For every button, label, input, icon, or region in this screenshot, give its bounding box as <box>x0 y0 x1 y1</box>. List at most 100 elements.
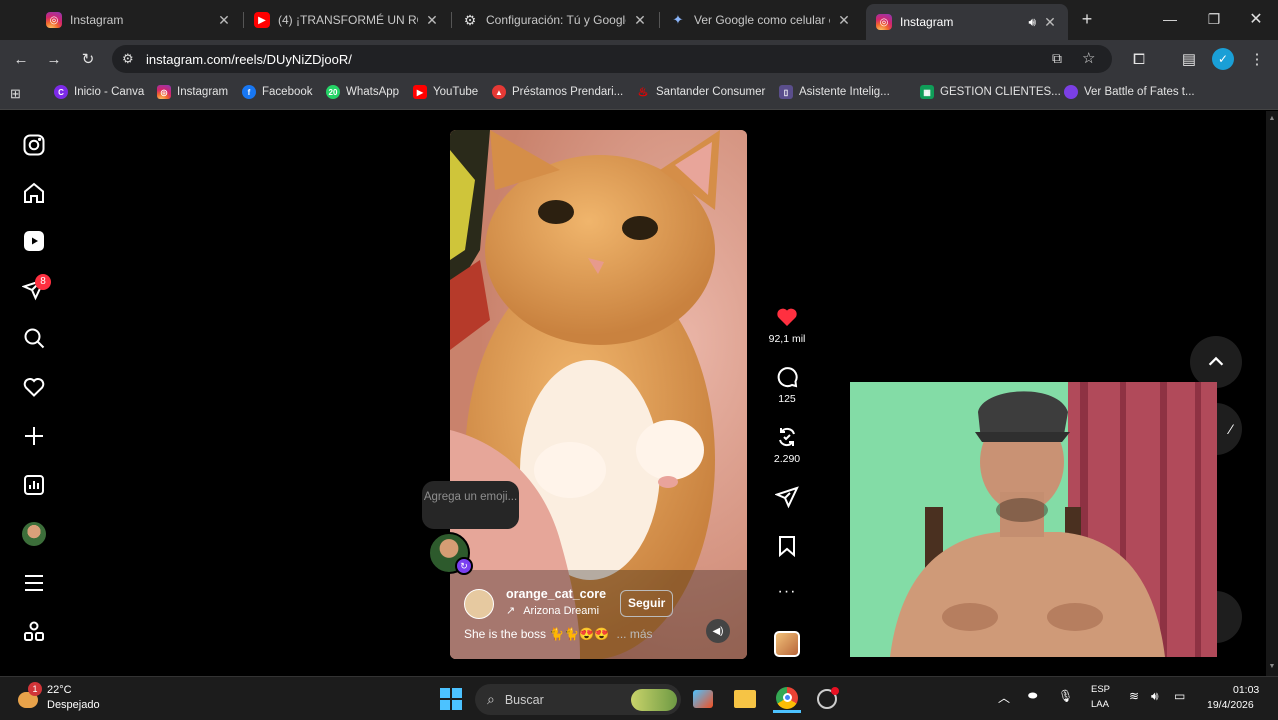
bookmark-label: Asistente Intelig... <box>799 86 890 98</box>
instagram-logo-icon[interactable] <box>20 131 48 159</box>
tab-label: Ver Google como celular en <box>694 13 830 27</box>
file-explorer-app[interactable] <box>731 685 759 713</box>
bookmark-instagram[interactable]: ◎ Instagram <box>157 85 228 99</box>
apps-grid-icon[interactable]: ⊞ <box>10 86 21 102</box>
home-icon[interactable] <box>20 179 48 207</box>
extensions-icon[interactable]: ⧠ <box>1128 48 1150 70</box>
audio-thumbnail[interactable] <box>774 631 800 657</box>
cast-icon[interactable]: ▤ <box>1178 48 1200 70</box>
close-icon[interactable]: ✕ <box>424 12 440 29</box>
messages-icon[interactable]: 8 <box>20 274 51 303</box>
microphone-icon[interactable]: 🎙︎ <box>1058 689 1073 703</box>
share-action[interactable] <box>764 485 810 513</box>
battery-icon[interactable]: ▭ <box>1174 689 1185 703</box>
tab-youtube[interactable]: ▶ (4) ¡TRANSFORMÉ UN ROLE ✕ <box>244 0 450 40</box>
heart-filled-icon <box>777 308 797 326</box>
emoji-prompt-bubble[interactable]: Agrega un emoji... <box>422 481 519 529</box>
store-app[interactable] <box>689 685 717 713</box>
reload-icon[interactable]: ↻ <box>77 48 99 70</box>
tab-instagram-active[interactable]: ◎ Instagram 🔊︎ ✕ <box>866 4 1068 40</box>
chrome-app[interactable] <box>773 685 801 713</box>
follow-button[interactable]: Seguir <box>620 590 674 617</box>
close-icon[interactable]: ✕ <box>216 12 232 29</box>
show-hidden-icons[interactable]: ︿ <box>998 689 1010 706</box>
apps-icon[interactable] <box>20 618 48 646</box>
youtube-icon: ▶ <box>413 85 427 99</box>
site-info-icon[interactable]: ⚙ <box>122 51 134 67</box>
address-bar[interactable]: ⚙ instagram.com/reels/DUyNiZDjooR/ ⧉ ☆ <box>112 45 1112 73</box>
wifi-icon[interactable]: ≋ <box>1129 689 1139 703</box>
minimize-icon[interactable]: — <box>1148 0 1192 38</box>
scroll-up-icon[interactable]: ▲ <box>1268 115 1276 123</box>
save-action[interactable] <box>764 534 810 562</box>
bookmark-gestion[interactable]: ▦ GESTION CLIENTES... <box>920 85 1061 99</box>
bookmark-canva[interactable]: C Inicio - Canva <box>54 85 144 99</box>
reel-caption-text: She is the boss 🐈🐈😍😍 <box>464 627 610 641</box>
language-bottom[interactable]: LAA <box>1091 699 1109 710</box>
reel-video[interactable]: orange_cat_core ↗ Arizona Dreami Seguir … <box>450 130 747 659</box>
bookmark-facebook[interactable]: f Facebook <box>242 85 313 99</box>
comments-count: 125 <box>778 393 796 405</box>
repost-action[interactable]: 2.290 <box>764 425 810 465</box>
close-icon[interactable]: ✕ <box>632 12 648 29</box>
clock-time[interactable]: 01:03 <box>1233 684 1259 696</box>
sheets-icon: ▦ <box>920 85 934 99</box>
likes-count: 92,1 mil <box>768 333 806 345</box>
more-options-icon[interactable]: ··· <box>764 583 810 601</box>
bookmark-star-icon[interactable]: ☆ <box>1082 49 1095 67</box>
tab-instagram-1[interactable]: ◎ Instagram ✕ <box>36 0 242 40</box>
tray-app-icon[interactable]: ⬬ <box>1028 690 1037 703</box>
profile-avatar-icon[interactable]: ✓ <box>1212 48 1234 70</box>
bookmark-asistente[interactable]: ▯ Asistente Intelig... <box>779 85 890 99</box>
profile-avatar[interactable] <box>20 520 48 548</box>
notifications-icon[interactable] <box>20 373 48 401</box>
reel-username[interactable]: orange_cat_core <box>506 587 606 601</box>
close-icon[interactable]: ✕ <box>836 12 852 29</box>
santander-icon: ♨ <box>637 85 649 99</box>
previous-reel-button[interactable] <box>1190 336 1242 388</box>
bookmark-label: GESTION CLIENTES... <box>940 86 1061 98</box>
volume-icon[interactable]: ◀) <box>706 619 730 643</box>
dashboard-icon[interactable] <box>20 471 48 499</box>
bookmark-santander[interactable]: ♨ Santander Consumer <box>636 85 766 99</box>
bookmark-whatsapp[interactable]: 20 WhatsApp <box>326 85 399 99</box>
scroll-down-icon[interactable]: ▼ <box>1268 663 1276 671</box>
start-button[interactable] <box>437 685 465 713</box>
tab-google[interactable]: ✦ Ver Google como celular en ✕ <box>660 0 862 40</box>
reel-author-avatar[interactable] <box>464 589 494 619</box>
menu-icon[interactable] <box>20 569 48 597</box>
recorder-app[interactable] <box>813 685 841 713</box>
new-tab-icon[interactable]: + <box>1076 8 1098 30</box>
tab-settings[interactable]: ⚙ Configuración: Tú y Google ✕ <box>452 0 658 40</box>
reels-icon[interactable] <box>20 227 48 255</box>
taskbar-search[interactable]: ⌕ Buscar <box>475 684 681 715</box>
audio-playing-icon[interactable]: 🔊︎ <box>1028 15 1036 30</box>
more-link[interactable]: ... más <box>617 627 653 641</box>
create-icon[interactable] <box>20 422 48 450</box>
comment-action[interactable]: 125 <box>764 365 810 405</box>
close-icon[interactable]: ✕ <box>1042 14 1058 31</box>
bookmark-prestamos[interactable]: ▲ Préstamos Prendari... <box>492 85 623 99</box>
weather-widget[interactable]: 1 <box>18 682 42 710</box>
prestamos-icon: ▲ <box>492 85 506 99</box>
page-scrollbar[interactable]: ▲ ▼ <box>1266 111 1278 676</box>
webcam-person-image <box>850 382 1217 657</box>
like-action[interactable]: 92,1 mil <box>764 305 810 345</box>
more-options-icon[interactable]: ⋮ <box>1246 48 1268 70</box>
volume-icon[interactable]: 🔊︎ <box>1151 689 1159 704</box>
folder-icon <box>734 690 756 708</box>
settings-icon: ⚙ <box>463 11 477 28</box>
language-top[interactable]: ESP <box>1091 684 1110 695</box>
install-app-icon[interactable]: ⧉ <box>1052 50 1062 67</box>
forward-icon[interactable]: → <box>43 48 65 70</box>
window-close-icon[interactable]: ✕ <box>1234 0 1278 38</box>
reel-audio[interactable]: ↗ Arizona Dreami <box>506 604 599 618</box>
search-icon[interactable] <box>20 324 48 352</box>
restore-icon[interactable]: ❐ <box>1192 0 1236 38</box>
back-icon[interactable]: ← <box>10 48 32 70</box>
add-reaction-icon[interactable]: ↻ <box>455 557 473 575</box>
bookmark-youtube[interactable]: ▶ YouTube <box>413 85 478 99</box>
bookmark-battle[interactable]: Ver Battle of Fates t... <box>1064 85 1195 99</box>
clock-date[interactable]: 19/4/2026 <box>1207 699 1254 711</box>
youtube-icon: ▶ <box>254 12 270 28</box>
